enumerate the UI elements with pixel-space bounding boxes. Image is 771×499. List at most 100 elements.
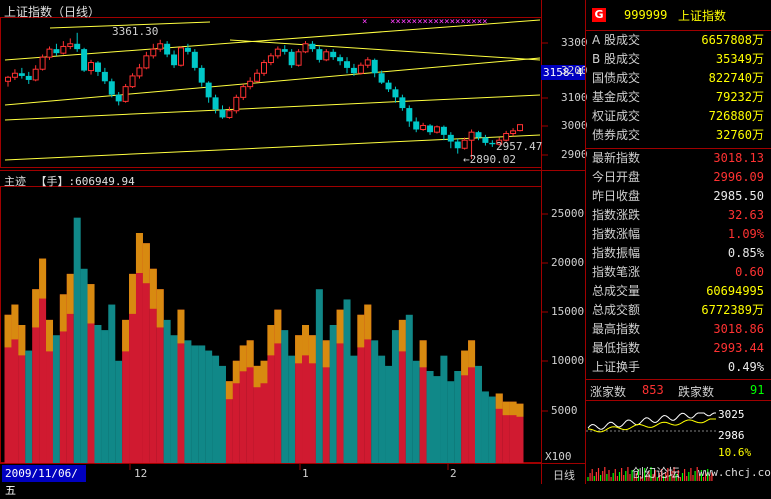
trade-row-value: 6657808万 (701, 33, 764, 47)
candle-body (267, 55, 274, 64)
volume-bar (205, 350, 213, 463)
quote-row-value: 32.63 (727, 208, 764, 222)
candle-body (288, 51, 295, 66)
low-label: ←2890.02 (463, 153, 516, 166)
site-url: www.chcj.com (698, 466, 771, 479)
trade-row-value: 32760万 (715, 128, 764, 142)
trade-row: B 股成交 35349万 (588, 50, 768, 69)
candle-body (184, 47, 191, 52)
candle-body (281, 49, 288, 52)
candle-body (115, 94, 122, 102)
candle-body (25, 75, 32, 80)
quote-row-value: 2996.09 (713, 170, 764, 184)
candle-body (67, 43, 74, 47)
up-count-label: 涨家数 (590, 385, 627, 399)
quote-panel: G 999999 上证指数 A 股成交 6657808万 B 股成交 35349万 国债… (585, 0, 771, 484)
volume-bar-cap (336, 309, 344, 344)
volume-bar (350, 355, 358, 463)
candle-body (399, 97, 406, 109)
mini-high: 3025 (718, 408, 745, 421)
volume-bar-cap (225, 381, 233, 400)
candle-body (461, 139, 468, 149)
volume-bar (191, 345, 199, 463)
volume-bar (405, 314, 413, 463)
candle-body (344, 61, 351, 68)
candle-body (11, 72, 18, 78)
candle-body (94, 62, 101, 72)
quote-row: 今日开盘 2996.09 (588, 168, 768, 187)
volume-bar-cap (509, 401, 517, 416)
candle-body (330, 51, 337, 58)
candle-body (261, 62, 267, 74)
candle-body (489, 142, 496, 145)
quote-row-value: 3018.13 (713, 151, 764, 165)
g-icon[interactable]: G (592, 8, 606, 22)
volume-bar (25, 350, 33, 463)
volume-title: 主迹 (4, 175, 26, 188)
volume-bar (198, 345, 206, 463)
volume-bar-cap (260, 360, 268, 384)
candle-body (454, 141, 461, 149)
volume-bar (371, 340, 379, 463)
quote-row-value: 0.49% (727, 360, 764, 374)
quote-row: 指数振幅 0.85% (588, 244, 768, 263)
candle-body (108, 81, 115, 95)
volume-bar-cap (66, 273, 74, 314)
quote-row-label: 总成交量 (592, 284, 641, 298)
volume-bar (391, 330, 399, 463)
price-tick: 2900 (561, 148, 588, 161)
candle-body (46, 48, 53, 58)
volume-header: 主迹 【手】:606949.94 (4, 173, 135, 189)
volume-bar (218, 365, 226, 463)
quote-row-label: 指数笔涨 (592, 265, 641, 279)
candle-body (371, 59, 378, 74)
candle-body (74, 43, 81, 50)
candle-body (392, 89, 399, 98)
period-label[interactable]: 日线 (553, 467, 575, 483)
volume-bar (481, 391, 489, 463)
candle-body (254, 72, 261, 82)
quote-row-value: 6772389万 (701, 303, 764, 317)
candle-body (226, 110, 233, 118)
mini-mid: 2986 (718, 429, 745, 442)
candle-body (420, 124, 427, 130)
kline-chart[interactable]: × ×××××××××××××××××× (0, 0, 585, 484)
volume-bar-cap (495, 393, 503, 409)
volume-bar (163, 319, 171, 463)
candle-body (378, 73, 385, 83)
quote-row-label: 指数振幅 (592, 246, 641, 260)
candle-body (316, 49, 323, 60)
month-label-2: 2 (450, 467, 457, 480)
trade-row-value: 726880万 (708, 109, 764, 123)
candle-body (302, 43, 309, 53)
volume-bar-cap (357, 314, 365, 348)
candle-body (101, 71, 108, 82)
volume-bar (108, 304, 116, 463)
candle-body (150, 48, 157, 57)
candle-body (357, 64, 364, 74)
max-label: 3361.30 (112, 25, 159, 38)
quote-row: 上证换手 0.49% (588, 358, 768, 377)
volume-bar (281, 330, 289, 463)
volume-bar-cap (461, 350, 469, 376)
volume-bar-cap (253, 365, 261, 388)
volume-bar (447, 381, 455, 463)
volume-bar (488, 396, 496, 463)
candle-body (60, 45, 67, 54)
volume-bar-cap (39, 258, 47, 299)
volume-bar-cap (177, 309, 185, 344)
quote-row-label: 最新指数 (592, 151, 641, 165)
quote-row-label: 最低指数 (592, 341, 641, 355)
candle-body (233, 96, 240, 112)
volume-bar-cap (129, 273, 137, 314)
candle-body (309, 43, 316, 50)
mini-pct: 10.6% (718, 446, 752, 459)
quote-row: 指数涨跌 32.63 (588, 206, 768, 225)
quote-row: 指数笔涨 0.60 (588, 263, 768, 282)
volume-bar-cap (468, 340, 476, 368)
trade-row-label: B 股成交 (592, 52, 641, 66)
marker-x: × (362, 17, 367, 27)
chart-title: 上证指数（日线） (4, 5, 101, 19)
candle-body (427, 125, 434, 133)
volume-bar-cap (302, 325, 310, 356)
